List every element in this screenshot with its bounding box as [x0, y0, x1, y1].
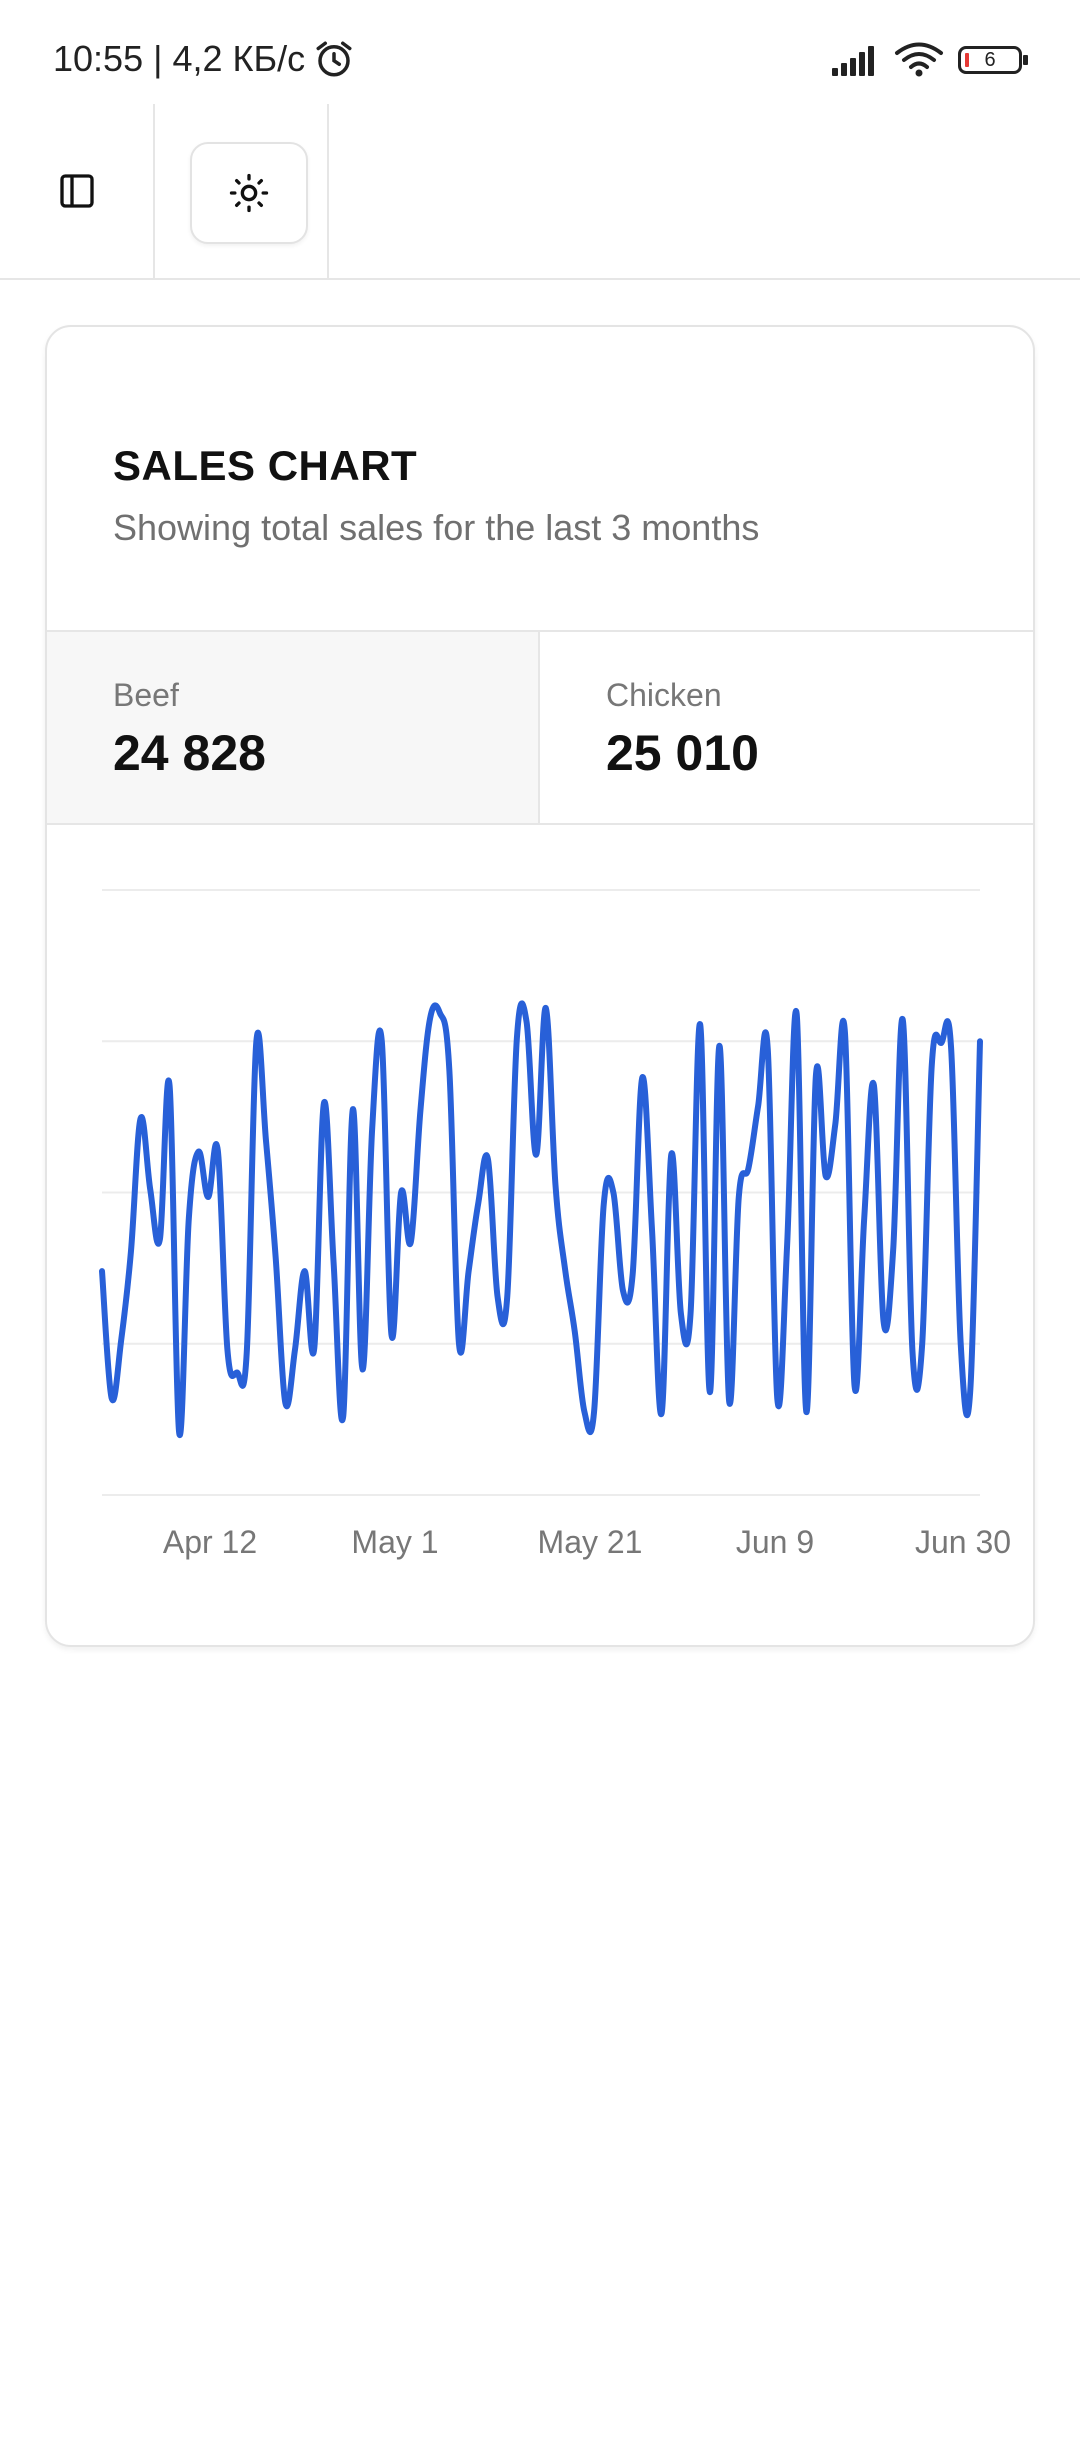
- stat-label: Chicken: [606, 677, 722, 713]
- card-title: SALES CHART: [113, 442, 418, 489]
- x-tick-label: Jun 9: [736, 1524, 814, 1560]
- stat-value: 25 010: [606, 725, 759, 781]
- wifi-icon: [895, 42, 943, 77]
- top-toolbar: [0, 104, 1080, 280]
- sidebar-panel-icon: [59, 174, 94, 208]
- battery-level: 6: [984, 48, 996, 71]
- theme-toggle-cell: [155, 104, 329, 278]
- x-tick-label: Apr 12: [163, 1524, 257, 1560]
- status-bar: 10:55 | 4,2 КБ/с 6: [0, 0, 1080, 104]
- alarm-icon: [316, 41, 352, 77]
- series-line-0: [99, 1000, 983, 1439]
- stat-tab-beef[interactable]: Beef 24 828: [47, 632, 540, 823]
- sales-line-chart: Apr 12 May 1 May 21 Jun 9 Jun 30: [99, 889, 1011, 1560]
- status-left: 10:55 | 4,2 КБ/с: [53, 38, 355, 80]
- battery-icon: 6: [958, 46, 1028, 74]
- stat-tab-chicken[interactable]: Chicken 25 010: [540, 632, 1033, 823]
- chart-area: Apr 12 May 1 May 21 Jun 9 Jun 30: [47, 825, 1033, 1645]
- sun-icon: [229, 173, 269, 213]
- sales-chart-card: SALES CHART Showing total sales for the …: [45, 325, 1035, 1647]
- signal-icon: [832, 46, 874, 76]
- stats-row: Beef 24 828 Chicken 25 010: [47, 632, 1033, 825]
- card-subtitle: Showing total sales for the last 3 month…: [113, 507, 760, 548]
- card-header: SALES CHART Showing total sales for the …: [47, 327, 1033, 632]
- x-tick-label: Jun 30: [915, 1524, 1011, 1560]
- stat-label: Beef: [113, 677, 179, 713]
- theme-toggle-button[interactable]: [190, 142, 308, 244]
- stat-value: 24 828: [113, 725, 266, 781]
- x-tick-label: May 21: [538, 1524, 643, 1560]
- status-right: 6: [830, 42, 1028, 78]
- sidebar-toggle-button[interactable]: [0, 104, 155, 278]
- status-time-speed: 10:55 | 4,2 КБ/с: [53, 38, 306, 79]
- x-tick-label: May 1: [351, 1524, 438, 1560]
